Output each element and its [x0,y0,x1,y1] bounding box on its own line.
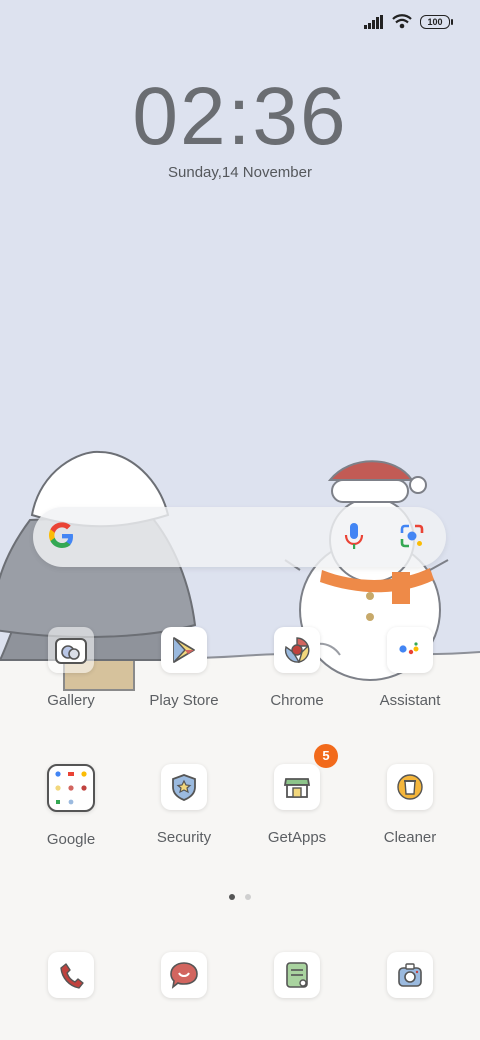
getapps-icon: 5 [274,744,338,810]
google-logo-icon [49,522,73,548]
app-label: GetApps [267,829,327,846]
dock-phone[interactable] [21,952,121,998]
app-security[interactable]: Security [134,764,234,846]
notes-icon [274,952,320,998]
page-dot-1[interactable] [229,894,235,900]
wifi-icon [392,14,412,29]
app-label: Assistant [379,692,441,709]
google-folder-icon [47,764,95,812]
dock-camera[interactable] [360,952,460,998]
app-getapps[interactable]: 5 GetApps [247,744,347,846]
app-chrome[interactable]: Chrome [247,627,347,709]
app-cleaner[interactable]: Cleaner [360,764,460,846]
google-lens-icon[interactable] [398,522,426,550]
signal-icon [364,14,383,29]
app-label: Security [156,829,212,846]
microphone-icon[interactable] [343,521,365,551]
phone-icon [48,952,94,998]
gallery-icon [48,627,94,673]
app-label: Cleaner [383,829,437,846]
app-play-store[interactable]: Play Store [134,627,234,709]
app-label: Play Store [149,692,219,709]
camera-icon [387,952,433,998]
clock[interactable]: 02:36 [0,70,480,164]
google-search-bar[interactable] [33,507,446,567]
app-label: Gallery [47,692,95,709]
play-store-icon [161,627,207,673]
app-google-folder[interactable]: Google [21,764,121,848]
messages-icon [161,952,207,998]
battery-indicator: 100 [420,14,453,29]
app-assistant[interactable]: Assistant [360,627,460,709]
chrome-icon [274,627,320,673]
assistant-icon [387,627,433,673]
security-icon [161,764,207,810]
notification-badge: 5 [314,744,338,768]
app-gallery[interactable]: Gallery [21,627,121,709]
app-label: Google [46,831,96,848]
cleaner-icon [387,764,433,810]
dock-notes[interactable] [247,952,347,998]
app-label: Chrome [270,692,324,709]
status-bar: 100 [364,14,453,29]
date-text[interactable]: Sunday,14 November [0,164,480,181]
dock-messages[interactable] [134,952,234,998]
page-indicator [0,894,480,900]
page-dot-2[interactable] [245,894,251,900]
